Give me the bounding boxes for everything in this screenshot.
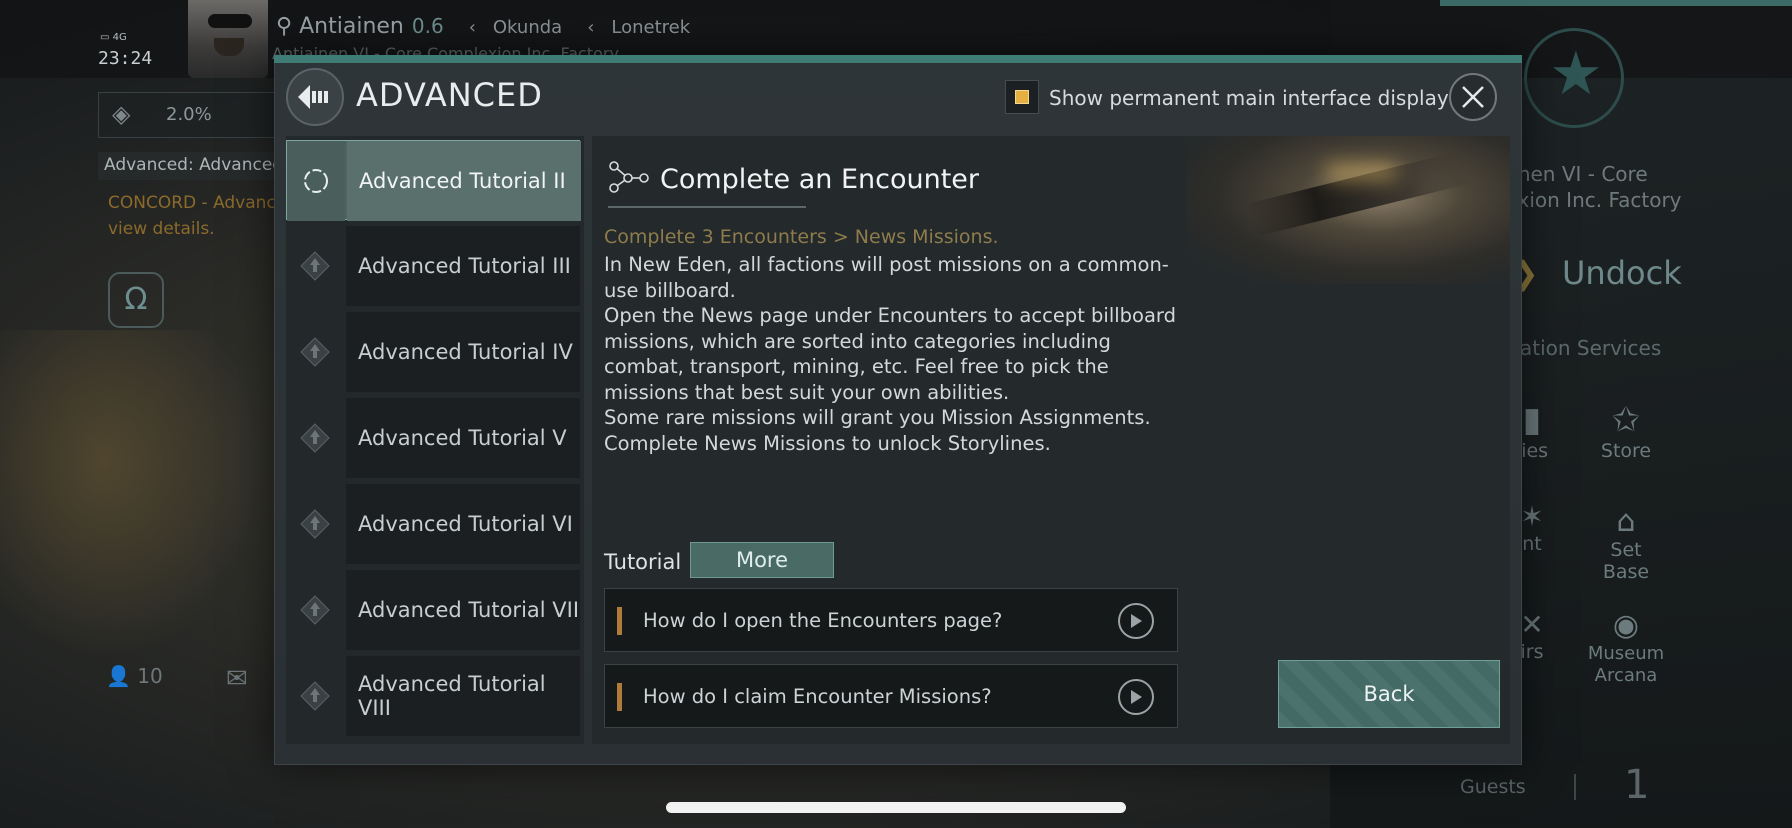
service-store[interactable]: ✩ Store (1598, 400, 1654, 462)
security-status: 0.6 (411, 14, 444, 38)
mail-icon[interactable]: ✉ (226, 664, 248, 694)
tutorial-item-label: Advanced Tutorial VIII (346, 656, 580, 736)
encounter-title: Complete an Encounter (660, 164, 980, 195)
clock: 23:24 (98, 48, 153, 69)
cargo-progress-value: 2.0% (166, 104, 212, 125)
location-pin-icon: ⚲ (276, 14, 293, 39)
home-indicator[interactable] (666, 802, 1126, 813)
service-set-base[interactable]: ⌂ Set Base (1588, 504, 1664, 583)
locked-diamond-icon (286, 656, 344, 736)
character-avatar[interactable] (188, 0, 268, 78)
locked-diamond-icon (286, 226, 344, 306)
faq-question: How do I open the Encounters page? (643, 609, 1003, 632)
tutorial-item-label: Advanced Tutorial VII (346, 570, 580, 650)
tutorial-item[interactable]: Advanced Tutorial IV (286, 312, 580, 392)
divider (1574, 774, 1576, 800)
back-button[interactable]: Back (1278, 660, 1500, 728)
location-system: Antiainen (299, 14, 404, 39)
dialog-title: ADVANCED (356, 76, 543, 114)
more-button[interactable]: More (690, 542, 834, 578)
ship-illustration (1186, 136, 1510, 284)
omega-icon[interactable]: Ω (108, 272, 164, 328)
tutorial-progress-label[interactable]: Advanced: Advanced (98, 152, 288, 180)
location-region: Lonetrek (611, 17, 691, 38)
faq-marker (617, 683, 622, 711)
chevron-left-icon: ‹ (587, 17, 595, 38)
faction-emblem-icon (1524, 28, 1624, 128)
station-name-line1: ainen VI - Core (1500, 162, 1648, 186)
play-icon[interactable] (1118, 603, 1154, 639)
encounter-objective: Complete 3 Encounters > News Missions. (604, 226, 999, 248)
station-name-line2: lexion Inc. Factory (1500, 188, 1682, 212)
tutorial-item[interactable]: Advanced Tutorial II (286, 140, 581, 221)
close-button[interactable] (1449, 73, 1497, 121)
tutorial-item[interactable]: Advanced Tutorial VIII (286, 656, 580, 736)
tutorial-list[interactable]: Advanced Tutorial II Advanced Tutorial I… (286, 136, 584, 744)
location-breadcrumb[interactable]: ⚲ Antiainen 0.6 ‹ Okunda ‹ Lonetrek (276, 14, 690, 39)
faq-item[interactable]: How do I claim Encounter Missions? (604, 664, 1178, 728)
network-indicator: ▭ 4G (100, 32, 127, 43)
locked-diamond-icon (286, 570, 344, 650)
locked-diamond-icon (286, 484, 344, 564)
tutorial-item[interactable]: Advanced Tutorial V (286, 398, 580, 478)
museum-icon: ◉ (1612, 608, 1640, 643)
title-underline (608, 206, 806, 208)
encounter-description: In New Eden, all factions will post miss… (604, 253, 1176, 455)
tutorial-item[interactable]: Advanced Tutorial III (286, 226, 580, 306)
locked-diamond-icon (286, 312, 344, 392)
faq-question: How do I claim Encounter Missions? (643, 685, 992, 708)
tutorial-item-label: Advanced Tutorial IV (346, 312, 580, 392)
faq-item[interactable]: How do I open the Encounters page? (604, 588, 1178, 652)
guests-count: 1 (1624, 762, 1650, 808)
tutorial-item[interactable]: Advanced Tutorial VII (286, 570, 580, 650)
encounter-nodes-icon (608, 160, 650, 198)
chevron-left-icon: ‹ (468, 17, 476, 38)
mission-notice[interactable]: CONCORD - Advanc view details. (108, 190, 276, 242)
tutorial-item-label: Advanced Tutorial V (346, 398, 580, 478)
in-progress-icon (287, 141, 345, 221)
location-constellation: Okunda (492, 17, 563, 38)
cube-icon: ◈ (112, 100, 131, 128)
tutorial-item-label: Advanced Tutorial III (346, 226, 580, 306)
close-icon (1462, 86, 1484, 108)
tutorial-label: Tutorial (604, 550, 682, 574)
set-base-icon: ⌂ (1616, 504, 1636, 539)
dialog-accent-bar (274, 55, 1522, 63)
back-arrow-icon (298, 85, 328, 109)
checkbox-checked-mark (1015, 90, 1029, 104)
station-services-label: ation Services (1520, 336, 1662, 360)
person-icon: 👤 (106, 664, 131, 688)
service-museum[interactable]: ◉ Museum Arcana (1580, 608, 1672, 687)
faq-marker (617, 607, 622, 635)
tutorial-item-label: Advanced Tutorial VI (346, 484, 580, 564)
permanent-display-checkbox[interactable] (1005, 80, 1039, 114)
background-glow (0, 330, 260, 660)
top-accent-line (1440, 0, 1792, 6)
guests-label: Guests (1460, 776, 1526, 798)
nes-store-icon: ✩ (1611, 400, 1641, 440)
undock-button[interactable]: Undock (1562, 254, 1682, 292)
locked-diamond-icon (286, 398, 344, 478)
permanent-display-label[interactable]: Show permanent main interface display (1049, 86, 1449, 110)
tutorial-item[interactable]: Advanced Tutorial VI (286, 484, 580, 564)
people-count[interactable]: 👤 10 (106, 664, 206, 700)
back-arrow-button[interactable] (286, 68, 344, 126)
play-icon[interactable] (1118, 679, 1154, 715)
tutorial-item-label: Advanced Tutorial II (347, 141, 581, 221)
